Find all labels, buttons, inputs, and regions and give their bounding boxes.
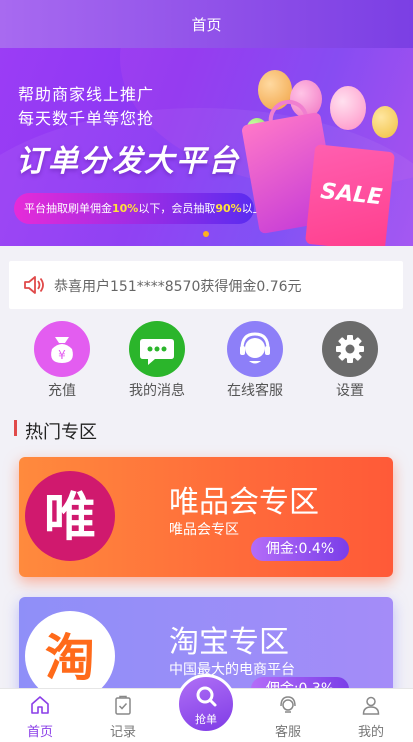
clipboard-icon [115, 695, 131, 715]
balloon-icon [372, 106, 398, 138]
home-icon [31, 696, 49, 714]
notice-text: 恭喜用户151****8570获得佣金0.76元 [54, 279, 302, 295]
tab-service[interactable]: 客服 [258, 695, 318, 740]
top-bar: 首页 [0, 0, 413, 48]
section-marker [14, 420, 17, 436]
tab-mine-label: 我的 [357, 725, 384, 740]
promo-banner[interactable]: 帮助商家线上推广 每天数千单等您抢 订单分发大平台 平台抽取刷单佣金10%以下，… [0, 48, 413, 246]
banner-line-2: 每天数千单等您抢 [18, 109, 155, 128]
headset-icon [227, 321, 283, 377]
section-title: 热门专区 [25, 422, 97, 443]
gear-icon [322, 321, 378, 377]
online-service-label: 在线客服 [227, 383, 283, 399]
grab-order-label: 抢单 [195, 713, 217, 726]
card-subtitle: 中国最大的电商平台 [169, 662, 295, 678]
banner-line-1: 帮助商家线上推广 [18, 85, 155, 104]
vip-logo-icon: 唯 [25, 471, 115, 561]
recharge-label: 充值 [48, 383, 76, 399]
carousel-indicator[interactable] [203, 231, 209, 237]
bag-sale-text: SALE [319, 178, 384, 211]
tab-records[interactable]: 记录 [93, 695, 153, 740]
tab-service-label: 客服 [274, 725, 301, 740]
magnifier-icon [196, 686, 217, 707]
banner-headline: 订单分发大平台 [16, 144, 240, 179]
balloon-icon [330, 86, 366, 130]
pill-text: 平台抽取刷单佣金 [24, 202, 112, 215]
pill-highlight: 10% [112, 202, 139, 215]
svg-text:唯: 唯 [44, 488, 96, 548]
pill-highlight: 90% [215, 202, 242, 215]
user-icon [362, 696, 380, 715]
grab-order-button[interactable]: 抢单 [176, 674, 236, 734]
tab-home[interactable]: 首页 [10, 695, 70, 740]
svg-text:淘: 淘 [45, 629, 95, 687]
settings-button[interactable]: 设置 [300, 321, 400, 400]
chat-bubble-icon [129, 321, 185, 377]
tab-records-label: 记录 [109, 725, 136, 740]
svg-text:¥: ¥ [58, 348, 66, 362]
messages-label: 我的消息 [129, 383, 185, 399]
pill-text: 以下，会员抽取 [138, 202, 216, 215]
card-subtitle: 唯品会专区 [169, 522, 239, 538]
page-title: 首页 [191, 16, 222, 34]
card-title: 淘宝专区 [169, 625, 289, 660]
money-bag-icon: ¥ [34, 321, 90, 377]
commission-badge: 佣金:0.4% [251, 537, 349, 561]
banner-commission-pill: 平台抽取刷单佣金10%以下，会员抽取90%以上 [14, 193, 264, 224]
shopping-bag-icon: SALE [304, 144, 396, 246]
card-title: 唯品会专区 [169, 485, 319, 520]
tab-home-label: 首页 [26, 725, 53, 740]
online-service-button[interactable]: 在线客服 [205, 321, 305, 400]
notice-bar: 恭喜用户151****8570获得佣金0.76元 [9, 261, 403, 309]
recharge-button[interactable]: ¥ 充值 [12, 321, 112, 400]
headset-icon [280, 696, 296, 713]
quick-actions: ¥ 充值 我的消息 在线客服 设置 [0, 321, 413, 401]
messages-button[interactable]: 我的消息 [107, 321, 207, 400]
tab-mine[interactable]: 我的 [341, 695, 401, 740]
speaker-icon [24, 276, 44, 294]
vip-zone-card[interactable]: 唯 唯品会专区 唯品会专区 佣金:0.4% [19, 457, 393, 577]
settings-label: 设置 [336, 383, 364, 399]
